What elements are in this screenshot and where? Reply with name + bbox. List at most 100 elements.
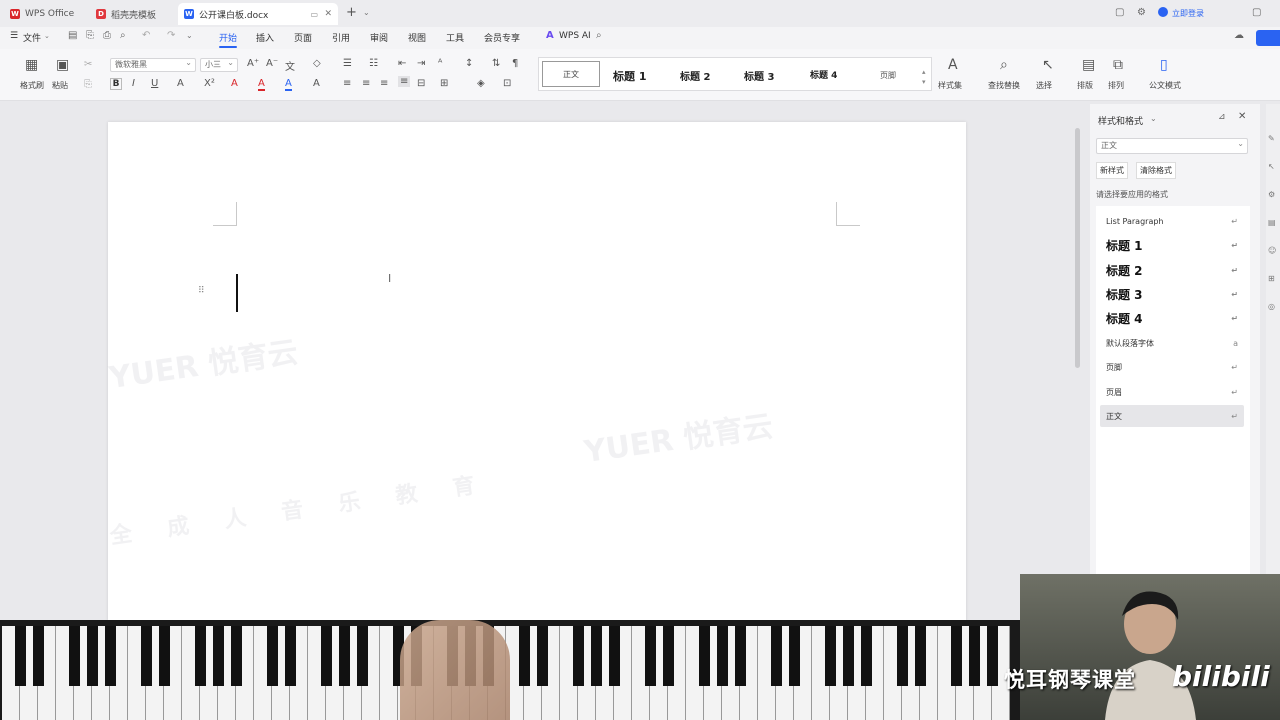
- style-set-label[interactable]: 样式集: [938, 80, 962, 91]
- monitor-icon[interactable]: ▭: [310, 10, 318, 19]
- italic-icon[interactable]: I: [132, 78, 135, 89]
- select-label[interactable]: 选择: [1036, 80, 1052, 91]
- distributed-icon[interactable]: ⊟: [417, 78, 425, 89]
- style-item-heading-3[interactable]: 标题 3 ↵: [1100, 283, 1244, 305]
- save-icon[interactable]: ▤: [68, 30, 77, 41]
- menu-tools[interactable]: 工具: [446, 31, 464, 44]
- clear-format-icon[interactable]: ◇: [313, 58, 321, 69]
- style-item-list-paragraph[interactable]: List Paragraph ↵: [1100, 210, 1244, 232]
- cloud-icon[interactable]: ☁: [1234, 30, 1244, 41]
- strikethrough-icon[interactable]: A: [177, 78, 184, 89]
- shading-icon[interactable]: ◈: [477, 78, 485, 89]
- new-style-button[interactable]: 新样式: [1096, 162, 1128, 179]
- style-footer[interactable]: 页脚: [880, 70, 896, 81]
- drag-handle-icon[interactable]: ⠿: [198, 286, 205, 296]
- sidebar-property-icon[interactable]: ⚙: [1268, 190, 1275, 199]
- login-link[interactable]: 立即登录: [1172, 8, 1204, 19]
- tab-document[interactable]: W 公开课白板.docx ▭ ✕: [178, 3, 338, 25]
- shrink-font-icon[interactable]: A⁻: [266, 58, 278, 69]
- menu-member[interactable]: 会员专享: [484, 31, 520, 44]
- columns-icon[interactable]: ⊞: [440, 78, 448, 89]
- layout-icon[interactable]: ▤: [1082, 57, 1095, 73]
- text-effect-icon[interactable]: A: [231, 78, 238, 89]
- decrease-indent-icon[interactable]: ⇤: [398, 58, 406, 69]
- sidebar-help-icon[interactable]: ◎: [1268, 302, 1275, 311]
- avatar-icon[interactable]: [1158, 7, 1168, 17]
- hamburger-icon[interactable]: ☰: [10, 31, 18, 41]
- line-spacing-icon[interactable]: ↕: [465, 58, 473, 69]
- align-center-icon[interactable]: ≡: [362, 78, 370, 89]
- borders-icon[interactable]: ⊡: [503, 78, 511, 89]
- redo-icon[interactable]: ↷: [167, 30, 175, 41]
- char-border-icon[interactable]: A: [313, 78, 320, 89]
- sidebar-style-icon[interactable]: ✎: [1268, 134, 1275, 143]
- phonetic-icon[interactable]: 文: [285, 58, 295, 73]
- sidebar-select-icon[interactable]: ↖: [1268, 162, 1275, 171]
- font-name-select[interactable]: 微软雅黑: [110, 57, 196, 72]
- chevron-down-icon[interactable]: ⌄: [1150, 114, 1157, 123]
- underline-icon[interactable]: U: [151, 78, 158, 89]
- style-item-normal[interactable]: 正文 ↵: [1100, 405, 1244, 427]
- superscript-icon[interactable]: X²: [204, 78, 215, 89]
- style-normal[interactable]: 正文: [542, 61, 600, 87]
- export-icon[interactable]: ⎘: [86, 30, 94, 41]
- style-item-default-font[interactable]: 默认段落字体 a: [1100, 332, 1244, 354]
- search-icon[interactable]: ⌕: [596, 30, 602, 41]
- settings-icon[interactable]: ⚙: [1137, 7, 1146, 18]
- arrange-label[interactable]: 排列: [1108, 80, 1124, 91]
- menu-home[interactable]: 开始: [219, 31, 238, 48]
- font-color-icon[interactable]: A: [285, 78, 292, 91]
- tab-wps-office[interactable]: W WPS Office: [4, 3, 84, 25]
- minimize-icon[interactable]: ▢: [1252, 7, 1261, 18]
- gallery-up-icon[interactable]: ▴: [922, 68, 926, 76]
- bold-icon[interactable]: B: [110, 78, 122, 90]
- style-item-header[interactable]: 页眉 ↵: [1100, 381, 1244, 403]
- official-doc-icon[interactable]: ▯: [1160, 57, 1168, 73]
- share-button[interactable]: [1256, 30, 1280, 46]
- sidebar-user-icon[interactable]: ☺: [1268, 246, 1276, 255]
- align-left-icon[interactable]: ≡: [343, 78, 351, 89]
- new-tab-icon[interactable]: +: [346, 5, 357, 20]
- font-size-select[interactable]: 小三: [200, 57, 238, 72]
- menu-references[interactable]: 引用: [332, 31, 350, 44]
- pin-icon[interactable]: ⊿: [1218, 112, 1226, 122]
- chevron-down-icon[interactable]: ⌄: [186, 31, 193, 40]
- document-page[interactable]: ⠿ I YUER 悦育云 YUER 悦育云 全 成 人 音 乐 教 育: [107, 122, 966, 622]
- close-panel-icon[interactable]: ✕: [1238, 111, 1246, 122]
- copy-icon[interactable]: ⎘: [84, 79, 92, 90]
- menu-wps-ai[interactable]: WPS AI: [559, 31, 591, 41]
- bullets-icon[interactable]: ☰: [343, 58, 352, 69]
- vertical-scrollbar[interactable]: [1075, 128, 1080, 368]
- style-heading-1[interactable]: 标题 1: [613, 68, 646, 84]
- menu-page[interactable]: 页面: [294, 31, 312, 44]
- undo-icon[interactable]: ↶: [142, 30, 150, 41]
- style-heading-2[interactable]: 标题 2: [680, 68, 710, 83]
- window-restore-icon[interactable]: ▢: [1115, 7, 1124, 18]
- style-item-heading-4[interactable]: 标题 4 ↵: [1100, 307, 1244, 329]
- grow-font-icon[interactable]: A⁺: [247, 58, 259, 69]
- official-doc-label[interactable]: 公文模式: [1149, 80, 1181, 91]
- layout-label[interactable]: 排版: [1077, 80, 1093, 91]
- numbering-icon[interactable]: ☷: [369, 58, 378, 69]
- format-painter-label[interactable]: 格式刷: [20, 80, 44, 91]
- cut-icon[interactable]: ✂: [84, 59, 92, 70]
- style-item-heading-2[interactable]: 标题 2 ↵: [1100, 259, 1244, 281]
- clear-format-button[interactable]: 清除格式: [1136, 162, 1176, 179]
- align-right-icon[interactable]: ≡: [380, 78, 388, 89]
- find-replace-label[interactable]: 查找替换: [988, 80, 1020, 91]
- tab-docer[interactable]: D 稻壳壳模板: [90, 3, 175, 25]
- print-icon[interactable]: ⎙: [103, 30, 111, 41]
- menu-view[interactable]: 视图: [408, 31, 426, 44]
- arrange-icon[interactable]: ⧉: [1113, 57, 1123, 73]
- style-heading-3[interactable]: 标题 3: [744, 68, 774, 83]
- sidebar-layout-icon[interactable]: ▤: [1268, 218, 1276, 227]
- increase-indent-icon[interactable]: ⇥: [417, 58, 425, 69]
- style-item-heading-1[interactable]: 标题 1 ↵: [1100, 234, 1244, 256]
- justify-icon[interactable]: ≡: [398, 76, 411, 87]
- gallery-down-icon[interactable]: ▾: [922, 78, 926, 86]
- menu-review[interactable]: 审阅: [370, 31, 388, 44]
- style-item-footer[interactable]: 页脚 ↵: [1100, 356, 1244, 378]
- style-heading-4[interactable]: 标题 4: [810, 68, 837, 81]
- find-replace-icon[interactable]: ⌕: [1000, 57, 1008, 73]
- style-set-icon[interactable]: A: [948, 57, 958, 73]
